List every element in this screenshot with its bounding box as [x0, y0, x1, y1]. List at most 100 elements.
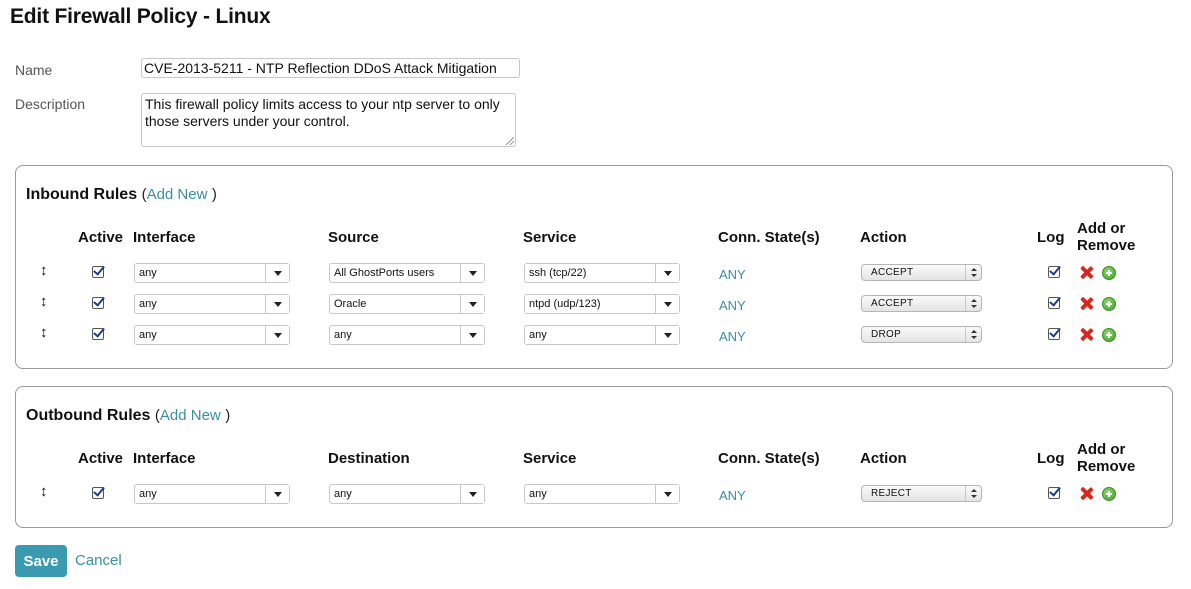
- interface-combo[interactable]: any: [134, 484, 290, 504]
- chevron-down-icon[interactable]: [265, 264, 289, 282]
- paren-close: ): [225, 407, 231, 424]
- interface-value: any: [139, 488, 157, 500]
- conn-state-link[interactable]: ANY: [719, 267, 746, 282]
- page-title: Edit Firewall Policy - Linux: [10, 5, 271, 28]
- select-arrows-icon: [965, 296, 981, 311]
- outbound-rules-panel: Outbound Rules (Add New ) Active Interfa…: [15, 386, 1173, 528]
- log-checkbox[interactable]: [1048, 297, 1060, 309]
- service-combo[interactable]: ssh (tcp/22): [524, 263, 680, 283]
- interface-value: any: [139, 329, 157, 341]
- remove-rule-icon[interactable]: [1080, 266, 1093, 279]
- source-combo[interactable]: All GhostPorts users: [329, 263, 485, 283]
- interface-combo[interactable]: any: [134, 263, 290, 283]
- service-value: ssh (tcp/22): [529, 267, 587, 279]
- action-value: ACCEPT: [871, 267, 914, 278]
- log-checkbox[interactable]: [1048, 266, 1060, 278]
- service-value: ntpd (udp/123): [529, 298, 601, 310]
- chevron-down-icon[interactable]: [460, 485, 484, 503]
- action-select[interactable]: REJECT: [861, 485, 982, 502]
- interface-combo[interactable]: any: [134, 294, 290, 314]
- chevron-down-icon[interactable]: [655, 264, 679, 282]
- inbound-rules-heading: Inbound Rules: [26, 186, 138, 203]
- remove-rule-icon[interactable]: [1080, 328, 1093, 341]
- interface-value: any: [139, 298, 157, 310]
- col-interface: Interface: [133, 229, 196, 246]
- drag-handle-icon[interactable]: ↕: [40, 484, 48, 499]
- log-checkbox[interactable]: [1048, 487, 1060, 499]
- description-label: Description: [15, 96, 86, 112]
- conn-state-link[interactable]: ANY: [719, 329, 746, 344]
- action-select[interactable]: ACCEPT: [861, 295, 982, 312]
- description-field[interactable]: This firewall policy limits access to yo…: [141, 93, 516, 147]
- description-text: This firewall policy limits access to yo…: [145, 96, 500, 129]
- conn-state-link[interactable]: ANY: [719, 488, 746, 503]
- drag-handle-icon[interactable]: ↕: [40, 263, 48, 278]
- select-arrows-icon: [965, 265, 981, 280]
- conn-state-link[interactable]: ANY: [719, 298, 746, 313]
- action-value: REJECT: [871, 488, 912, 499]
- chevron-down-icon[interactable]: [655, 295, 679, 313]
- col-source: Source: [328, 229, 379, 246]
- destination-combo[interactable]: any: [329, 484, 485, 504]
- service-combo[interactable]: any: [524, 484, 680, 504]
- source-value: All GhostPorts users: [334, 267, 435, 279]
- chevron-down-icon[interactable]: [655, 485, 679, 503]
- cancel-link[interactable]: Cancel: [75, 552, 122, 569]
- inbound-add-new-link[interactable]: Add New: [147, 186, 208, 203]
- action-value: DROP: [871, 329, 902, 340]
- inbound-rules-panel: Inbound Rules (Add New ) Active Interfac…: [15, 165, 1173, 369]
- col-conn-state: Conn. State(s): [718, 450, 820, 467]
- action-value: ACCEPT: [871, 298, 914, 309]
- add-rule-icon[interactable]: [1102, 266, 1116, 280]
- chevron-down-icon[interactable]: [460, 295, 484, 313]
- save-button[interactable]: Save: [15, 545, 67, 577]
- chevron-down-icon[interactable]: [460, 326, 484, 344]
- active-checkbox[interactable]: [92, 266, 104, 278]
- active-checkbox[interactable]: [92, 328, 104, 340]
- col-action: Action: [860, 229, 907, 246]
- active-checkbox[interactable]: [92, 297, 104, 309]
- col-conn-state: Conn. State(s): [718, 229, 820, 246]
- col-add-remove: Add or Remove: [1077, 220, 1136, 254]
- outbound-rules-title: Outbound Rules (Add New ): [26, 407, 230, 425]
- col-interface: Interface: [133, 450, 196, 467]
- chevron-down-icon[interactable]: [265, 326, 289, 344]
- source-combo[interactable]: Oracle: [329, 294, 485, 314]
- source-combo[interactable]: any: [329, 325, 485, 345]
- action-select[interactable]: DROP: [861, 326, 982, 343]
- name-label: Name: [15, 62, 53, 78]
- outbound-rules-heading: Outbound Rules: [26, 407, 151, 424]
- source-value: Oracle: [334, 298, 367, 310]
- active-checkbox[interactable]: [92, 487, 104, 499]
- interface-combo[interactable]: any: [134, 325, 290, 345]
- col-active: Active: [78, 450, 124, 467]
- log-checkbox[interactable]: [1048, 328, 1060, 340]
- col-action: Action: [860, 450, 907, 467]
- chevron-down-icon[interactable]: [460, 264, 484, 282]
- destination-value: any: [334, 488, 352, 500]
- inbound-rules-title: Inbound Rules (Add New ): [26, 186, 217, 204]
- add-rule-icon[interactable]: [1102, 328, 1116, 342]
- outbound-add-new-link[interactable]: Add New: [160, 407, 221, 424]
- add-rule-icon[interactable]: [1102, 487, 1116, 501]
- col-destination: Destination: [328, 450, 410, 467]
- service-combo[interactable]: any: [524, 325, 680, 345]
- remove-rule-icon[interactable]: [1080, 487, 1093, 500]
- resize-handle-icon[interactable]: [506, 137, 514, 145]
- col-log: Log: [1037, 229, 1065, 246]
- service-value: any: [529, 329, 547, 341]
- col-active: Active: [78, 229, 124, 246]
- chevron-down-icon[interactable]: [265, 485, 289, 503]
- drag-handle-icon[interactable]: ↕: [40, 294, 48, 309]
- chevron-down-icon[interactable]: [655, 326, 679, 344]
- source-value: any: [334, 329, 352, 341]
- service-combo[interactable]: ntpd (udp/123): [524, 294, 680, 314]
- select-arrows-icon: [965, 327, 981, 342]
- add-rule-icon[interactable]: [1102, 297, 1116, 311]
- name-field[interactable]: CVE-2013-5211 - NTP Reflection DDoS Atta…: [141, 58, 520, 78]
- drag-handle-icon[interactable]: ↕: [40, 325, 48, 340]
- action-select[interactable]: ACCEPT: [861, 264, 982, 281]
- chevron-down-icon[interactable]: [265, 295, 289, 313]
- remove-rule-icon[interactable]: [1080, 297, 1093, 310]
- paren-close: ): [211, 186, 217, 203]
